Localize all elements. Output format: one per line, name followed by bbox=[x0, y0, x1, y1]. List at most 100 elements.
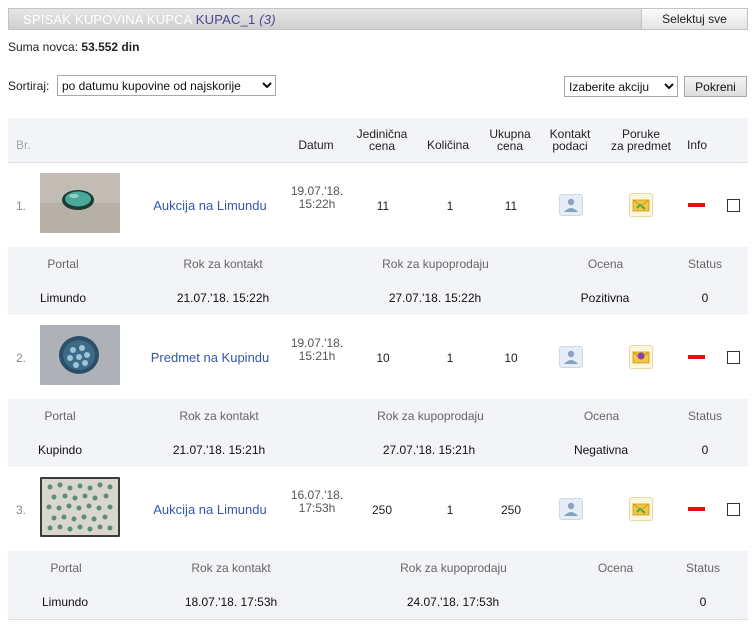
status-value: 0 bbox=[701, 443, 709, 457]
item-thumbnail[interactable] bbox=[40, 173, 120, 233]
money-summary: Suma novca: 53.552 din bbox=[8, 40, 139, 54]
sub-col-contact-deadline: Rok za kontakt bbox=[183, 257, 263, 271]
quantity: 1 bbox=[446, 351, 454, 365]
contact-card-icon[interactable] bbox=[559, 498, 583, 520]
purchases-header: SPISAK KUPOVINA KUPCA KUPAC_1 (3) Selekt… bbox=[8, 8, 748, 30]
col-info: Info bbox=[686, 138, 707, 152]
purchase-date-time: 15:21h bbox=[298, 349, 336, 363]
quantity: 1 bbox=[446, 503, 454, 517]
item-thumbnail[interactable] bbox=[40, 325, 120, 385]
sub-col-sale-deadline: Rok za kupoprodaju bbox=[400, 561, 507, 575]
sub-col-sale-deadline: Rok za kupoprodaju bbox=[382, 257, 489, 271]
contact-deadline-value: 21.07.'18. 15:22h bbox=[176, 291, 270, 305]
rating-value: Negativna bbox=[573, 443, 629, 457]
row-number: 3. bbox=[16, 503, 27, 517]
contact-card-icon-graphic bbox=[564, 502, 578, 516]
header-username[interactable]: KUPAC_1 bbox=[196, 12, 256, 27]
item-title-link[interactable]: Aukcija na Limundu bbox=[140, 502, 280, 517]
status-value: 0 bbox=[701, 291, 709, 305]
select-all-button[interactable]: Selektuj sve bbox=[641, 9, 747, 29]
purchase-date-time: 17:53h bbox=[298, 501, 336, 515]
action-select[interactable]: Izaberite akciju bbox=[564, 76, 678, 97]
quantity: 1 bbox=[446, 199, 454, 213]
table-row: 1. Aukcija na Limundu 19.07.'18. 15:22h … bbox=[8, 163, 748, 248]
purchase-date-time: 15:22h bbox=[298, 197, 336, 211]
purchase-date-day: 19.07.'18. bbox=[290, 336, 344, 350]
col-contact-l2: podaci bbox=[552, 139, 588, 153]
contact-card-icon-graphic bbox=[564, 198, 578, 212]
col-total-price: Ukupna cena bbox=[483, 128, 537, 152]
sub-value-row: Limundo 18.07.'18. 17:53h 24.07.'18. 17:… bbox=[8, 585, 748, 620]
col-total-price-l2: cena bbox=[496, 139, 524, 153]
item-title-link[interactable]: Aukcija na Limundu bbox=[140, 198, 280, 213]
col-contact: Kontakt podaci bbox=[543, 128, 597, 152]
sub-col-portal: Portal bbox=[50, 561, 82, 575]
minus-icon[interactable] bbox=[688, 203, 705, 207]
col-date: Datum bbox=[298, 138, 334, 152]
contact-deadline-value: 18.07.'18. 17:53h bbox=[184, 595, 278, 609]
sale-deadline-value: 24.07.'18. 17:53h bbox=[406, 595, 500, 609]
item-thumbnail[interactable] bbox=[40, 477, 120, 537]
envelope-icon[interactable] bbox=[629, 345, 653, 369]
row-number: 2. bbox=[16, 351, 27, 365]
sub-header-row: Portal Rok za kontakt Rok za kupoprodaju… bbox=[8, 399, 748, 434]
table-header: Br. Datum Jedinična cena Količina Ukupna… bbox=[8, 118, 748, 163]
total-price: 250 bbox=[500, 503, 522, 517]
contact-card-icon[interactable] bbox=[559, 346, 583, 368]
col-quantity: Količina bbox=[426, 138, 470, 152]
item-thumbnail-image bbox=[40, 325, 120, 385]
sub-col-contact-deadline: Rok za kontakt bbox=[179, 409, 259, 423]
header-title: SPISAK KUPOVINA KUPCA KUPAC_1 (3) bbox=[23, 12, 276, 27]
row-checkbox[interactable] bbox=[727, 351, 740, 364]
rating-value: Pozitivna bbox=[580, 291, 630, 305]
unit-price: 10 bbox=[376, 351, 390, 365]
sale-deadline-value: 27.07.'18. 15:21h bbox=[382, 443, 476, 457]
purchase-date: 19.07.'18. 15:22h bbox=[283, 185, 351, 211]
sub-header-row: Portal Rok za kontakt Rok za kupoprodaju… bbox=[8, 551, 748, 586]
header-title-prefix: SPISAK KUPOVINA KUPCA bbox=[23, 12, 192, 27]
table-row: 2. Predmet na Kupindu 19.07.'18. 15:21h … bbox=[8, 315, 748, 400]
sub-col-status: Status bbox=[687, 257, 723, 271]
item-title-link[interactable]: Predmet na Kupindu bbox=[140, 350, 280, 365]
sub-col-portal: Portal bbox=[47, 257, 79, 271]
row-checkbox[interactable] bbox=[727, 503, 740, 516]
col-messages: Poruke za predmet bbox=[604, 128, 678, 152]
unit-price: 11 bbox=[376, 199, 390, 213]
col-unit-price: Jedinična cena bbox=[351, 128, 413, 152]
sub-col-contact-deadline: Rok za kontakt bbox=[191, 561, 271, 575]
minus-icon[interactable] bbox=[688, 355, 705, 359]
sub-col-status: Status bbox=[685, 561, 721, 575]
header-count: (3) bbox=[259, 12, 276, 27]
sub-col-sale-deadline: Rok za kupoprodaju bbox=[377, 409, 484, 423]
col-messages-l2: za predmet bbox=[610, 139, 672, 153]
sale-deadline-value: 27.07.'18. 15:22h bbox=[388, 291, 482, 305]
col-number: Br. bbox=[16, 138, 31, 152]
sub-value-row: Kupindo 21.07.'18. 15:21h 27.07.'18. 15:… bbox=[8, 433, 748, 468]
purchase-date: 16.07.'18. 17:53h bbox=[283, 489, 351, 515]
contact-deadline-value: 21.07.'18. 15:21h bbox=[172, 443, 266, 457]
purchase-date: 19.07.'18. 15:21h bbox=[283, 337, 351, 363]
sub-value-row: Limundo 21.07.'18. 15:22h 27.07.'18. 15:… bbox=[8, 281, 748, 316]
contact-card-icon[interactable] bbox=[559, 194, 583, 216]
money-summary-label: Suma novca: bbox=[8, 40, 79, 54]
run-action-button[interactable]: Pokreni bbox=[684, 76, 747, 97]
total-price: 11 bbox=[504, 199, 518, 213]
portal-value: Limundo bbox=[41, 595, 89, 609]
envelope-icon-graphic bbox=[632, 199, 650, 212]
item-thumbnail-image bbox=[40, 477, 120, 537]
row-number: 1. bbox=[16, 199, 27, 213]
sort-select[interactable]: po datumu kupovine od najskorije bbox=[57, 75, 276, 96]
contact-card-icon-graphic bbox=[564, 350, 578, 364]
envelope-icon[interactable] bbox=[629, 193, 653, 217]
unit-price: 250 bbox=[371, 503, 393, 517]
sub-header-row: Portal Rok za kontakt Rok za kupoprodaju… bbox=[8, 247, 748, 282]
row-checkbox[interactable] bbox=[727, 199, 740, 212]
total-price: 10 bbox=[504, 351, 518, 365]
envelope-icon[interactable] bbox=[629, 497, 653, 521]
sub-col-rating: Ocena bbox=[587, 257, 624, 271]
sort-label: Sortiraj: bbox=[8, 79, 50, 93]
col-unit-price-l2: cena bbox=[368, 139, 396, 153]
item-thumbnail-image bbox=[40, 173, 120, 233]
minus-icon[interactable] bbox=[688, 507, 705, 511]
sub-col-portal: Portal bbox=[44, 409, 76, 423]
